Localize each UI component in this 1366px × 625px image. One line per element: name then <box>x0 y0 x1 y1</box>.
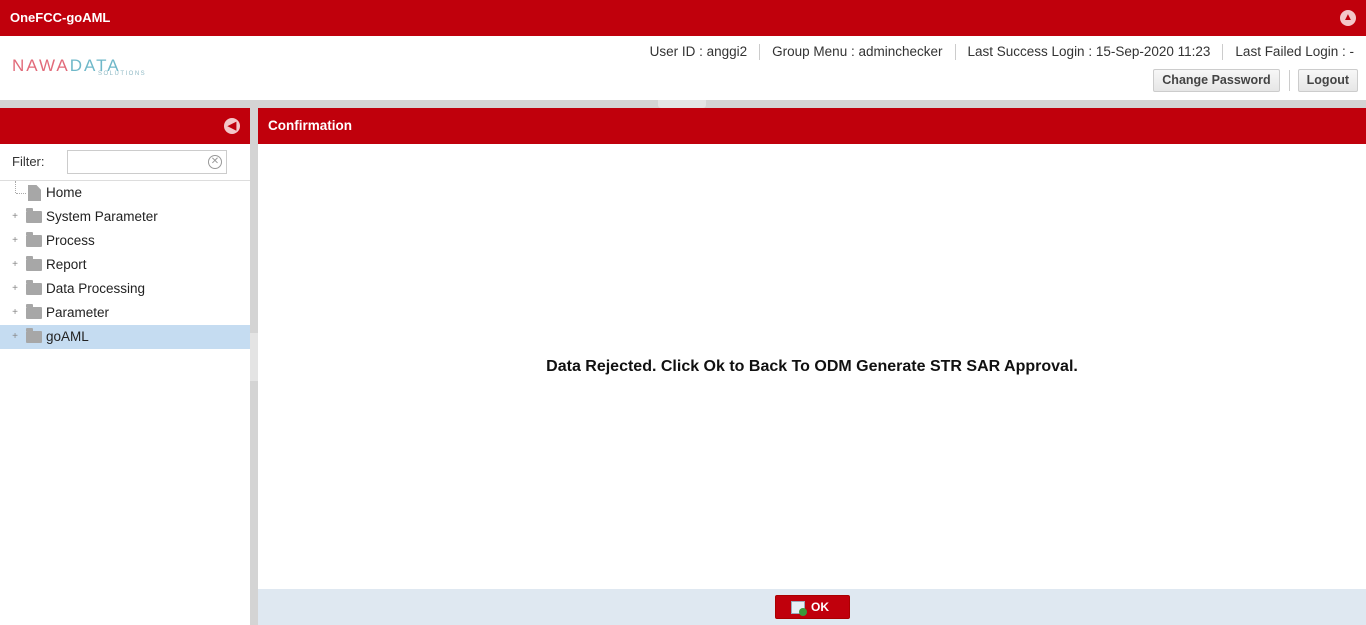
collapse-sidebar-icon[interactable]: ◀ <box>224 118 240 134</box>
tree-item-label: Data Processing <box>46 281 146 296</box>
logout-button[interactable]: Logout <box>1297 69 1358 92</box>
expand-icon[interactable]: + <box>10 308 20 318</box>
tree-item-parameter[interactable]: + Parameter <box>0 301 250 325</box>
tree-item-label: Home <box>46 185 83 200</box>
expand-icon[interactable]: + <box>10 236 20 246</box>
clear-filter-icon[interactable]: ✕ <box>208 155 222 169</box>
confirm-icon <box>791 601 807 616</box>
expand-icon[interactable]: + <box>10 260 20 270</box>
app-title: OneFCC-goAML <box>10 10 111 25</box>
expand-icon[interactable]: + <box>10 212 20 222</box>
header-buttons: Change Password Logout <box>1135 69 1358 92</box>
folder-icon <box>26 256 42 271</box>
tree-item-label: System Parameter <box>46 209 158 224</box>
sidebar-splitter[interactable] <box>250 108 258 625</box>
change-password-button[interactable]: Change Password <box>1153 69 1291 92</box>
ok-label: OK <box>811 600 829 614</box>
confirmation-message: Data Rejected. Click Ok to Back To ODM G… <box>546 358 1078 375</box>
tree-item-goaml[interactable]: + goAML <box>0 325 250 349</box>
tree-item-data-processing[interactable]: + Data Processing <box>0 277 250 301</box>
page-icon <box>28 185 41 201</box>
splitter-grip[interactable] <box>250 333 258 381</box>
panel-footer: OK <box>258 589 1366 625</box>
folder-icon <box>26 232 42 247</box>
ok-button[interactable]: OK <box>775 595 850 619</box>
tree-item-report[interactable]: + Report <box>0 253 250 277</box>
expand-icon[interactable]: + <box>10 284 20 294</box>
user-id: User ID : anggi2 <box>638 44 761 60</box>
last-failed-login: Last Failed Login : - <box>1235 44 1354 59</box>
filter-row: Filter: ✕ <box>0 144 250 181</box>
folder-icon <box>26 208 42 223</box>
tree-item-home[interactable]: Home <box>0 181 250 205</box>
nawadata-logo: NAWADATA SOLUTIONS <box>12 56 147 77</box>
user-info: User ID : anggi2 Group Menu : admincheck… <box>638 44 1356 60</box>
app-titlebar: OneFCC-goAML ▲ <box>0 0 1366 36</box>
group-menu: Group Menu : adminchecker <box>760 44 956 60</box>
last-success-login: Last Success Login : 15-Sep-2020 11:23 <box>956 44 1224 60</box>
menu-tree: Home + System Parameter + Process + Repo… <box>0 181 250 349</box>
folder-icon <box>26 328 42 343</box>
tree-item-process[interactable]: + Process <box>0 229 250 253</box>
header: NAWADATA SOLUTIONS User ID : anggi2 Grou… <box>0 36 1366 100</box>
splitter-grip[interactable] <box>658 100 706 108</box>
tree-item-label: Report <box>46 257 87 272</box>
expand-icon[interactable]: + <box>10 332 20 342</box>
folder-icon <box>26 280 42 295</box>
confirmation-panel: Confirmation Data Rejected. Click Ok to … <box>258 108 1366 625</box>
sidebar-header: ◀ <box>0 108 250 144</box>
collapse-header-icon[interactable]: ▲ <box>1340 10 1356 26</box>
tree-item-label: goAML <box>46 329 89 344</box>
header-splitter[interactable] <box>0 100 1366 108</box>
sidebar: ◀ Filter: ✕ Home + System Parameter + Pr… <box>0 108 250 625</box>
tree-item-label: Process <box>46 233 95 248</box>
filter-label: Filter: <box>12 154 45 169</box>
panel-title: Confirmation <box>258 108 1366 144</box>
filter-input[interactable] <box>67 150 227 174</box>
tree-item-label: Parameter <box>46 305 110 320</box>
tree-item-system-parameter[interactable]: + System Parameter <box>0 205 250 229</box>
folder-icon <box>26 304 42 319</box>
